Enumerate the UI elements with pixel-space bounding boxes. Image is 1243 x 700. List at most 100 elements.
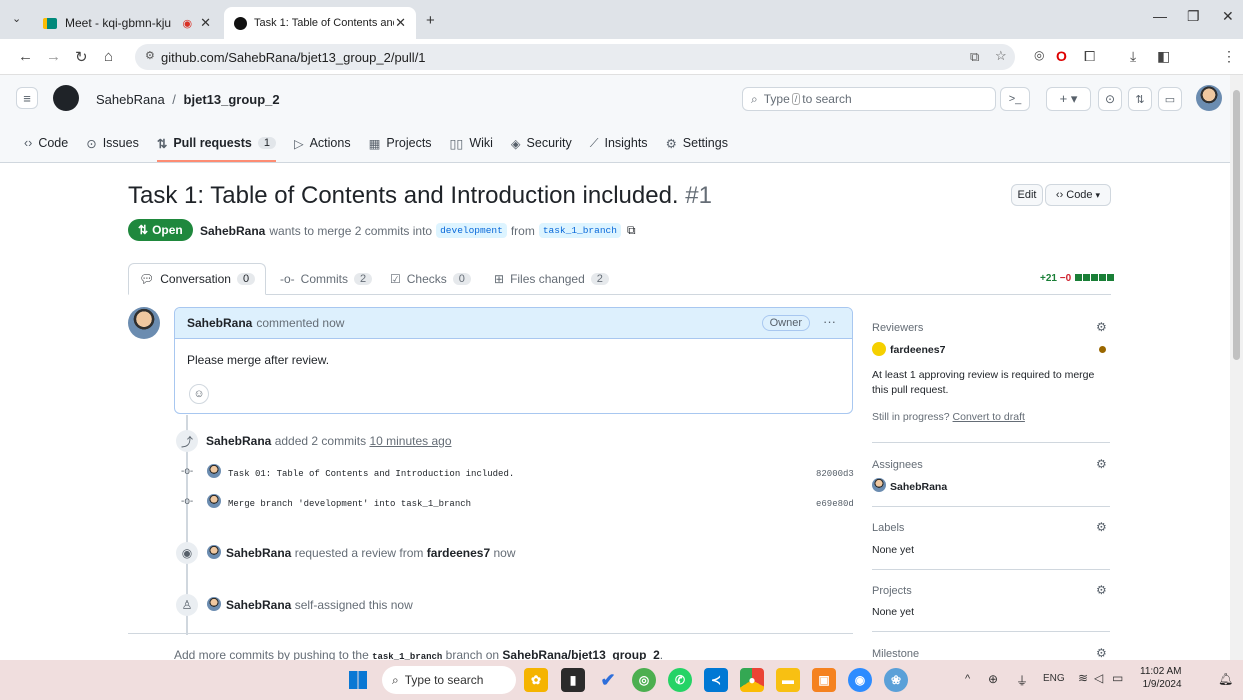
reload-icon[interactable]: ↻ [75, 48, 88, 66]
issues-icon[interactable]: ⊙ [1098, 87, 1122, 111]
close-window-icon[interactable]: ✕ [1222, 8, 1234, 25]
home-icon[interactable]: ⌂ [104, 48, 113, 65]
event-author-link[interactable]: SahebRana [206, 434, 271, 448]
hamburger-menu-icon[interactable]: ≡ [16, 87, 38, 109]
wifi-icon[interactable]: ≋ [1078, 671, 1088, 685]
tab-checks[interactable]: ☑ Checks 0 [380, 263, 481, 295]
gear-icon[interactable]: ⚙ [1096, 520, 1107, 534]
app-icon[interactable]: ▣ [812, 668, 836, 692]
gear-icon[interactable]: ⚙ [1096, 583, 1107, 597]
reviewers-heading[interactable]: Reviewers [872, 322, 923, 334]
event-time-link[interactable]: 10 minutes ago [369, 434, 451, 448]
browser-tab-meet[interactable]: Meet - kqi-gbmn-kju ◉ ✕ [33, 7, 221, 39]
convert-to-draft-link[interactable]: Convert to draft [953, 411, 1025, 423]
tab-insights[interactable]: ⟋ Insights [590, 131, 648, 155]
comment-options-icon[interactable]: ··· [823, 314, 836, 329]
tab-conversation[interactable]: 💬︎ Conversation 0 [128, 263, 267, 295]
edit-button[interactable]: Edit [1011, 184, 1043, 206]
minimize-icon[interactable]: — [1153, 8, 1167, 24]
scrollbar-thumb[interactable] [1233, 90, 1240, 360]
reviewer-link[interactable]: fardeenes7 [890, 344, 945, 356]
extensions-icon[interactable]: ⧠ [1084, 48, 1095, 65]
repo-owner-link[interactable]: SahebRana [96, 92, 165, 107]
url-field[interactable]: ⚙ github.com/SahebRana/bjet13_group_2/pu… [135, 44, 1015, 70]
commit-message-link[interactable]: Merge branch 'development' into task_1_b… [228, 499, 471, 509]
new-tab-icon[interactable]: + [426, 12, 435, 29]
commit-sha-link[interactable]: 82000d3 [816, 469, 854, 479]
milestone-heading[interactable]: Milestone [872, 648, 919, 660]
comment-author-avatar[interactable] [128, 307, 160, 339]
taskbar-search-input[interactable]: ⌕ Type to search [382, 666, 516, 694]
whatsapp-icon[interactable]: ✆ [668, 668, 692, 692]
back-icon[interactable]: ← [18, 48, 33, 65]
projects-heading[interactable]: Projects [872, 585, 912, 597]
volume-icon[interactable]: ◁ [1094, 671, 1103, 685]
install-app-icon[interactable]: ⧉ [970, 49, 979, 65]
restore-icon[interactable]: ❐ [1187, 8, 1200, 25]
close-tab-icon[interactable]: ✕ [395, 15, 406, 31]
sidepanel-icon[interactable]: ◧ [1157, 48, 1170, 65]
create-new-button[interactable]: + ▾ [1046, 87, 1091, 111]
event-author-link[interactable]: SahebRana [226, 546, 291, 560]
zoom-icon[interactable]: ◉ [848, 668, 872, 692]
github-logo-icon[interactable] [53, 85, 79, 111]
tab-commits[interactable]: -o- Commits 2 [270, 263, 382, 295]
tab-projects[interactable]: ▦ Projects [369, 131, 432, 155]
labels-heading[interactable]: Labels [872, 522, 904, 534]
vscode-icon[interactable]: ≺ [704, 668, 728, 692]
event-author-avatar[interactable] [207, 597, 221, 611]
forward-icon[interactable]: → [46, 48, 61, 65]
tab-actions[interactable]: ▷ Actions [294, 131, 351, 155]
download-icon[interactable]: ⤓ [1130, 48, 1136, 65]
microphone-icon[interactable]: ⏚ [1016, 672, 1028, 689]
gear-icon[interactable]: ⚙ [1096, 320, 1107, 334]
code-dropdown-button[interactable]: ‹› Code ▾ [1045, 184, 1111, 206]
head-branch-badge[interactable]: task_1_branch [538, 223, 621, 238]
network-globe-icon[interactable]: ⊕ [988, 672, 998, 686]
tab-pull-requests[interactable]: ⇅ Pull requests 1 [156, 131, 276, 162]
tab-wiki[interactable]: ▯▯ Wiki [450, 131, 493, 155]
language-indicator[interactable]: ENG [1043, 673, 1065, 684]
file-explorer-icon[interactable]: ▬ [776, 668, 800, 692]
close-tab-icon[interactable]: ✕ [200, 15, 211, 31]
reviewer-link[interactable]: fardeenes7 [427, 546, 490, 560]
assignee-link[interactable]: SahebRana [890, 481, 947, 493]
event-author-link[interactable]: SahebRana [226, 598, 291, 612]
gear-icon[interactable]: ⚙ [1096, 457, 1107, 471]
event-author-avatar[interactable] [207, 545, 221, 559]
add-reaction-icon[interactable]: ☺ [189, 384, 209, 404]
chevron-up-icon[interactable]: ^ [965, 673, 970, 685]
site-info-icon[interactable]: ⚙ [145, 49, 155, 62]
bookmark-star-icon[interactable]: ☆ [995, 48, 1007, 64]
commit-message-link[interactable]: Task 01: Table of Contents and Introduct… [228, 469, 514, 479]
commit-author-avatar[interactable] [207, 464, 221, 478]
opera-extension-icon[interactable]: O [1056, 48, 1067, 64]
app-icon[interactable]: ❀ [884, 668, 908, 692]
tab-settings[interactable]: ⚙ Settings [666, 131, 728, 155]
windows-start-icon[interactable] [349, 671, 367, 689]
browser-tab-github[interactable]: Task 1: Table of Contents and In ✕ [224, 7, 416, 39]
notification-bell-icon[interactable]: 🔔︎ [1218, 672, 1233, 686]
gear-icon[interactable]: ⚙ [1096, 646, 1107, 660]
repo-name-link[interactable]: bjet13_group_2 [184, 92, 280, 107]
task-view-icon[interactable]: ▮ [561, 668, 585, 692]
tab-security[interactable]: ◈ Security [511, 131, 572, 155]
clock[interactable]: 11:02 AM 1/9/2024 [1140, 665, 1182, 691]
camera-icon[interactable]: ◎ [1034, 48, 1044, 62]
todo-check-icon[interactable]: ✔ [596, 668, 620, 692]
pr-author-link[interactable]: SahebRana [200, 224, 265, 238]
widgets-icon[interactable]: ✿ [524, 668, 548, 692]
assignees-heading[interactable]: Assignees [872, 459, 923, 471]
search-input[interactable]: ⌕ Type / to search [742, 87, 996, 111]
comment-author-link[interactable]: SahebRana [187, 316, 252, 330]
tab-issues[interactable]: ⊙ Issues [86, 131, 139, 155]
diff-stat[interactable]: +21 −0 [1040, 273, 1114, 284]
tab-search-chevron-icon[interactable]: ⌄ [12, 12, 21, 25]
menu-kebab-icon[interactable]: ⋮ [1222, 48, 1236, 65]
command-palette-icon[interactable]: >_ [1000, 87, 1030, 111]
chrome-icon[interactable]: ● [740, 668, 764, 692]
chrome-canary-icon[interactable]: ◎ [632, 668, 656, 692]
inbox-icon[interactable]: ▭ [1158, 87, 1182, 111]
tab-code[interactable]: ‹› Code [24, 131, 68, 155]
copy-icon[interactable]: ⧉ [627, 223, 636, 238]
